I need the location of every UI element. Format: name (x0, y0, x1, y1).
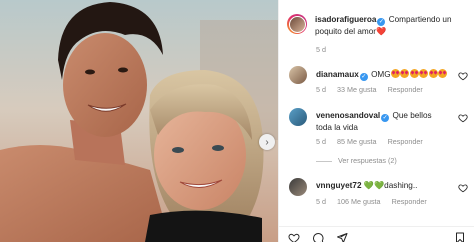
verified-badge-icon: ✓ (359, 73, 368, 81)
comment: dianamaux ✓ OMG (316, 69, 464, 81)
comment: vnnguyet72 💚💚dashing.. (316, 180, 456, 191)
reply-button[interactable]: Responder (392, 197, 427, 206)
view-replies-label[interactable]: Ver respuestas (2) (338, 156, 397, 165)
heart-icon[interactable] (458, 113, 468, 123)
comment-username[interactable]: dianamaux (316, 70, 359, 79)
comment-icon[interactable] (312, 232, 324, 242)
comment-likes[interactable]: 106 Me gusta (337, 197, 381, 206)
commenter-avatar[interactable] (289, 66, 307, 84)
next-photo-button[interactable]: › (259, 134, 275, 150)
comment-age[interactable]: 5 d (316, 85, 326, 94)
comment: venenosandoval ✓ Que bellos toda la vida (316, 110, 446, 133)
reply-button[interactable]: Responder (388, 85, 423, 94)
comment-text: dashing.. (384, 181, 418, 190)
comment-meta: 5 d 85 Me gusta Responder (316, 137, 432, 146)
comment-meta: 5 d 106 Me gusta Responder (316, 197, 436, 206)
view-replies-button[interactable]: Ver respuestas (2) (316, 156, 397, 165)
paper-plane-icon[interactable] (336, 232, 348, 242)
author-avatar[interactable] (287, 14, 307, 34)
comment-username[interactable]: venenosandoval (316, 111, 380, 120)
heart-icon[interactable] (458, 71, 468, 81)
post-age[interactable]: 5 d (316, 45, 326, 54)
comment-username[interactable]: vnnguyet72 (316, 181, 362, 190)
comment-text: OMG (371, 70, 391, 79)
action-bar (278, 226, 474, 242)
post-photo: › (0, 0, 278, 242)
comment-age[interactable]: 5 d (316, 197, 326, 206)
commenter-avatar[interactable] (289, 178, 307, 196)
divider-line (316, 160, 332, 162)
post-meta: 5 d (316, 45, 335, 54)
verified-badge-icon: ✓ (381, 114, 390, 122)
instagram-post: › isadorafigueroa ✓ Compartiendo un poqui… (0, 0, 474, 242)
heart-icon[interactable] (288, 232, 300, 242)
green-heart-emoji: 💚💚 (363, 181, 385, 190)
red-heart-emoji: ❤️ (376, 27, 387, 36)
heart-icon[interactable] (458, 183, 468, 193)
comment-likes[interactable]: 33 Me gusta (337, 85, 377, 94)
reply-button[interactable]: Responder (388, 137, 423, 146)
comment-meta: 5 d 33 Me gusta Responder (316, 85, 432, 94)
author-username[interactable]: isadorafigueroa (315, 15, 376, 24)
bookmark-icon[interactable] (454, 232, 466, 242)
chevron-right-icon: › (265, 136, 269, 148)
couple-photo-illustration (0, 0, 278, 242)
comment-age[interactable]: 5 d (316, 137, 326, 146)
heart-eyes-emoji (390, 69, 448, 79)
comment-likes[interactable]: 85 Me gusta (337, 137, 377, 146)
post-caption: isadorafigueroa ✓ Compartiendo un poquito… (315, 14, 465, 37)
verified-badge-icon: ✓ (377, 18, 386, 26)
commenter-avatar[interactable] (289, 108, 307, 126)
